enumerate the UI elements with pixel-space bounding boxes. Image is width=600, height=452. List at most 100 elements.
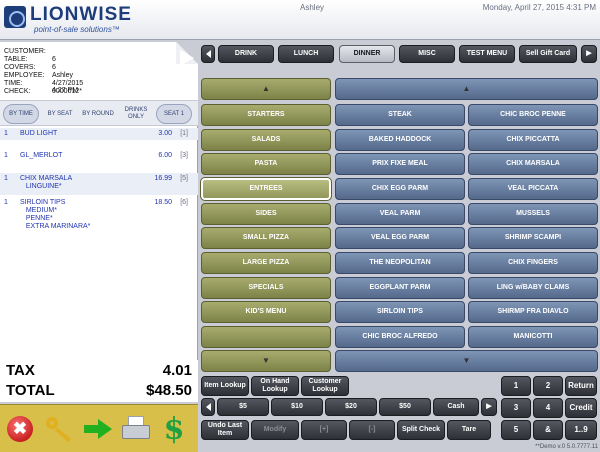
cancel-icon[interactable]: ✖ [4, 413, 36, 445]
total-label: TOTAL [6, 382, 55, 399]
items-scroll-down-button[interactable]: ▼ [335, 350, 598, 372]
item-name: GL_MERLOT [20, 152, 63, 159]
customer-lookup-button[interactable]: Customer Lookup [301, 376, 349, 396]
up-arrow-icon: ▲ [462, 84, 471, 93]
cash-50-button[interactable]: $50 [379, 398, 431, 416]
info-label: EMPLOYEE: [4, 72, 45, 79]
menu-item-ling-baby-clams[interactable]: LING w/BABY CLAMS [468, 277, 598, 299]
menu-item-shrimp-fra-diavlo[interactable]: SHIRMP FRA DIAVLO [468, 301, 598, 323]
send-arrow-icon[interactable] [82, 413, 114, 445]
item-name: SIRLOIN TIPS MEDIUM* PENNE* EXTRA MARINA… [20, 199, 91, 230]
keypad-3[interactable]: 3 [501, 398, 531, 418]
menu-item-steak[interactable]: STEAK [335, 104, 465, 126]
menu-item-mussels[interactable]: MUSSELS [468, 203, 598, 225]
menu-item-manicotti[interactable]: MANICOTTI [468, 326, 598, 348]
increase-qty-button[interactable]: [+] [301, 420, 347, 440]
menu-item-chix-piccatta[interactable]: CHIX PICCATTA [468, 129, 598, 151]
menu-item-veal-parm[interactable]: VEAL PARM [335, 203, 465, 225]
info-label: CUSTOMER: [4, 48, 46, 55]
group-starters[interactable]: STARTERS [201, 104, 331, 126]
group-pasta[interactable]: PASTA [201, 153, 331, 175]
sort-by-seat-button[interactable]: BY SEAT [42, 104, 78, 124]
category-sell-gift-card[interactable]: Sell Gift Card [519, 45, 577, 63]
item-qty: 1 [4, 130, 8, 137]
menu-item-the-neopolitan[interactable]: THE NEOPOLITAN [335, 252, 465, 274]
menu-item-chix-egg-parm[interactable]: CHIX EGG PARM [335, 178, 465, 200]
cash-5-button[interactable]: $5 [217, 398, 269, 416]
cash-scroll-right-button[interactable]: ▶ [481, 398, 497, 416]
triangle-left-icon [205, 50, 211, 58]
decrease-qty-button[interactable]: [-] [349, 420, 395, 440]
current-user: Ashley [300, 3, 325, 12]
check-item-row[interactable]: 1 CHIX MARSALA LINGUINE* 16.99 [5] [0, 173, 198, 195]
group-salads[interactable]: SALADS [201, 129, 331, 151]
version-label: **Demo v.0 5.0.7777.11 [535, 444, 598, 450]
keypad-1[interactable]: 1 [501, 376, 531, 396]
item-price: 6.00 [158, 152, 172, 159]
groups-scroll-down-button[interactable]: ▼ [201, 350, 331, 372]
category-drink[interactable]: DRINK [218, 45, 274, 63]
cash-icon[interactable]: $ [158, 412, 190, 447]
check-item-row[interactable]: 1 BUD LIGHT 3.00 [1] [0, 128, 198, 140]
sort-by-round-button[interactable]: BY ROUND [80, 104, 116, 124]
tax-value: 4.01 [162, 362, 192, 379]
groups-scroll-up-button[interactable]: ▲ [201, 78, 331, 100]
menu-item-baked-haddock[interactable]: BAKED HADDOCK [335, 129, 465, 151]
printer-icon[interactable] [120, 413, 152, 445]
menu-item-chic-broc-alfredo[interactable]: CHIC BROC ALFREDO [335, 326, 465, 348]
keypad-range[interactable]: 1..9 [565, 420, 597, 440]
items-scroll-up-button[interactable]: ▲ [335, 78, 598, 100]
menu-item-chic-broc-penne[interactable]: CHIC BROC PENNE [468, 104, 598, 126]
cash-button[interactable]: Cash [433, 398, 479, 416]
menu-item-veal-piccata[interactable]: VEAL PICCATA [468, 178, 598, 200]
category-lunch[interactable]: LUNCH [278, 45, 334, 63]
item-qty: 1 [4, 199, 8, 206]
category-misc[interactable]: MISC [399, 45, 455, 63]
current-datetime: Monday, April 27, 2015 4:31 PM [482, 3, 596, 12]
group-specials[interactable]: SPECIALS [201, 277, 331, 299]
brand-tagline: point-of-sale solutions™ [34, 25, 120, 34]
keypad-2[interactable]: 2 [533, 376, 563, 396]
group-entrees[interactable]: ENTREES [200, 177, 332, 201]
credit-button[interactable]: Credit [565, 398, 597, 418]
check-item-row[interactable]: 1 GL_MERLOT 6.00 [3] [0, 150, 198, 162]
menu-item-eggplant-parm[interactable]: EGGPLANT PARM [335, 277, 465, 299]
tare-button[interactable]: Tare [447, 420, 491, 440]
lionwise-logo: LIONWISE point-of-sale solutions™ [4, 4, 144, 36]
menu-item-sirloin-tips[interactable]: SIRLOIN TIPS [335, 301, 465, 323]
category-scroll-right-button[interactable]: ▶ [581, 45, 597, 63]
group-small-pizza[interactable]: SMALL PIZZA [201, 227, 331, 249]
info-label: TABLE: [4, 56, 28, 63]
modify-button[interactable]: Modify [251, 420, 299, 440]
undo-last-item-button[interactable]: Undo Last Item [201, 420, 249, 440]
drinks-only-button[interactable]: DRINKS ONLY [118, 104, 154, 124]
category-dinner[interactable]: DINNER [339, 45, 395, 63]
category-test-menu[interactable]: TEST MENU [459, 45, 515, 63]
menu-item-chix-marsala[interactable]: CHIX MARSALA [468, 153, 598, 175]
play-arrow-icon[interactable] [180, 50, 194, 66]
key-icon[interactable] [44, 413, 76, 445]
on-hand-lookup-button[interactable]: On Hand Lookup [251, 376, 299, 396]
item-lookup-button[interactable]: Item Lookup [201, 376, 249, 396]
cash-10-button[interactable]: $10 [271, 398, 323, 416]
keypad-ampersand[interactable]: & [533, 420, 563, 440]
keypad-5[interactable]: 5 [501, 420, 531, 440]
lionwise-logo-icon [4, 6, 26, 28]
return-button[interactable]: Return [565, 376, 597, 396]
menu-item-chix-fingers[interactable]: CHIX FINGERS [468, 252, 598, 274]
sort-by-time-button[interactable]: BY TIME [3, 104, 39, 124]
group-sides[interactable]: SIDES [201, 203, 331, 225]
group-kids-menu[interactable]: KID'S MENU [201, 301, 331, 323]
split-check-button[interactable]: Split Check [397, 420, 445, 440]
seat-select-button[interactable]: SEAT 1 [156, 104, 192, 124]
category-scroll-left-button[interactable] [201, 45, 215, 63]
cash-20-button[interactable]: $20 [325, 398, 377, 416]
cash-scroll-left-button[interactable] [201, 398, 215, 416]
menu-item-prix-fixe-meal[interactable]: PRIX FIXE MEAL [335, 153, 465, 175]
menu-item-veal-egg-parm[interactable]: VEAL EGG PARM [335, 227, 465, 249]
menu-item-shrimp-scampi[interactable]: SHRIMP SCAMPI [468, 227, 598, 249]
keypad-4[interactable]: 4 [533, 398, 563, 418]
up-arrow-icon: ▲ [262, 84, 270, 93]
check-item-row[interactable]: 1 SIRLOIN TIPS MEDIUM* PENNE* EXTRA MARI… [0, 197, 198, 233]
group-large-pizza[interactable]: LARGE PIZZA [201, 252, 331, 274]
